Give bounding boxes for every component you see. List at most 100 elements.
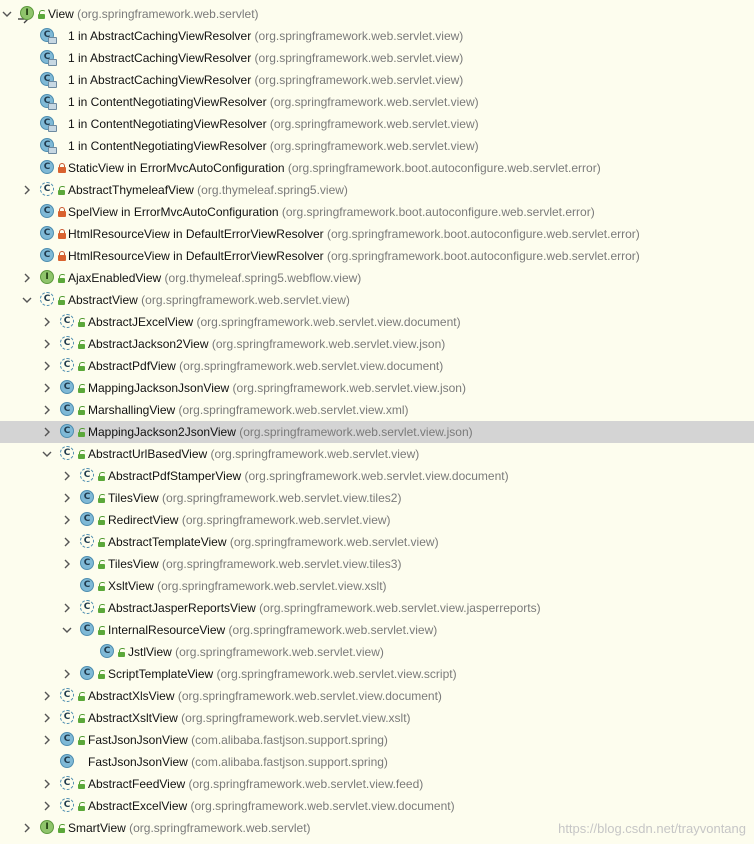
tree-row-label: AbstractXlsView (org.springframework.web…: [88, 685, 442, 707]
chevron-right-icon[interactable]: [60, 509, 74, 531]
class-type-icon: C: [40, 248, 56, 264]
tree-row[interactable]: C AbstractXsltView (org.springframework.w…: [0, 707, 754, 729]
chevron-down-icon[interactable]: [20, 289, 34, 311]
tree-row[interactable]: C StaticView in ErrorMvcAutoConfiguration…: [0, 157, 754, 179]
tree-row[interactable]: C InternalResourceView (org.springframewo…: [0, 619, 754, 641]
class-type-icon: C: [40, 226, 56, 242]
tree-row[interactable]: C 1 in AbstractCachingViewResolver (org.s…: [0, 69, 754, 91]
tree-row[interactable]: C AbstractTemplateView (org.springframewo…: [0, 531, 754, 553]
chevron-down-icon[interactable]: [40, 443, 54, 465]
tree-row[interactable]: C AbstractView (org.springframework.web.s…: [0, 289, 754, 311]
chevron-right-icon[interactable]: [60, 465, 74, 487]
class-type-icon: C: [60, 732, 76, 748]
chevron-right-icon[interactable]: [60, 487, 74, 509]
tree-row-label: AbstractJasperReportsView (org.springfra…: [108, 597, 541, 619]
tree-row[interactable]: C MappingJacksonJsonView (org.springframe…: [0, 377, 754, 399]
tree-row[interactable]: I View (org.springframework.web.servlet): [0, 3, 754, 25]
package-name: (org.thymeleaf.spring5.view): [193, 183, 348, 197]
tree-row[interactable]: C 1 in ContentNegotiatingViewResolver (or…: [0, 91, 754, 113]
tree-row[interactable]: C FastJsonJsonView (com.alibaba.fastjson.…: [0, 751, 754, 773]
public-visibility-icon: [117, 647, 127, 657]
chevron-right-icon[interactable]: [40, 773, 54, 795]
type-name: InternalResourceView: [108, 623, 226, 637]
chevron-right-icon[interactable]: [20, 817, 34, 839]
tree-row[interactable]: C AbstractFeedView (org.springframework.w…: [0, 773, 754, 795]
tree-row[interactable]: C AbstractJExcelView (org.springframework…: [0, 311, 754, 333]
package-name: (org.springframework.web.servlet.view): [171, 645, 384, 659]
tree-row[interactable]: C MappingJackson2JsonView (org.springfram…: [0, 421, 754, 443]
tree-row[interactable]: C AbstractExcelView (org.springframework.…: [0, 795, 754, 817]
tree-row[interactable]: C AbstractXlsView (org.springframework.we…: [0, 685, 754, 707]
tree-row[interactable]: C AbstractJasperReportsView (org.springfr…: [0, 597, 754, 619]
package-name: (org.springframework.web.servlet.view.xs…: [177, 711, 411, 725]
public-visibility-icon: [77, 449, 87, 459]
tree-row[interactable]: C AbstractPdfStamperView (org.springframe…: [0, 465, 754, 487]
public-visibility-icon: [77, 779, 87, 789]
chevron-right-icon[interactable]: [20, 179, 34, 201]
class-type-icon: C: [80, 578, 96, 594]
chevron-right-icon[interactable]: [40, 729, 54, 751]
tree-row[interactable]: C 1 in AbstractCachingViewResolver (org.s…: [0, 25, 754, 47]
tree-row[interactable]: C AbstractPdfView (org.springframework.we…: [0, 355, 754, 377]
chevron-right-icon[interactable]: [20, 267, 34, 289]
abstract-type-icon: C: [60, 358, 76, 374]
chevron-right-icon[interactable]: [40, 707, 54, 729]
tree-row[interactable]: I AjaxEnabledView (org.thymeleaf.spring5.…: [0, 267, 754, 289]
tree-row[interactable]: C AbstractThymeleafView (org.thymeleaf.sp…: [0, 179, 754, 201]
chevron-down-icon[interactable]: [0, 3, 14, 25]
tree-row[interactable]: C MarshallingView (org.springframework.we…: [0, 399, 754, 421]
chevron-right-icon[interactable]: [40, 399, 54, 421]
tree-row[interactable]: C TilesView (org.springframework.web.serv…: [0, 553, 754, 575]
tree-row[interactable]: C AbstractUrlBasedView (org.springframewo…: [0, 443, 754, 465]
public-visibility-icon: [57, 273, 67, 283]
tree-row-label: InternalResourceView (org.springframewor…: [108, 619, 437, 641]
chevron-right-icon[interactable]: [40, 685, 54, 707]
abstract-type-icon: C: [60, 446, 76, 462]
tree-row[interactable]: C 1 in ContentNegotiatingViewResolver (or…: [0, 135, 754, 157]
tree-row[interactable]: C RedirectView (org.springframework.web.s…: [0, 509, 754, 531]
chevron-right-icon[interactable]: [40, 355, 54, 377]
tree-row[interactable]: C JstlView (org.springframework.web.servl…: [0, 641, 754, 663]
chevron-right-icon[interactable]: [40, 333, 54, 355]
tree-row[interactable]: C ScriptTemplateView (org.springframework…: [0, 663, 754, 685]
class-type-icon: C: [80, 622, 96, 638]
tree-row[interactable]: C AbstractJackson2View (org.springframewo…: [0, 333, 754, 355]
type-name: TilesView: [108, 557, 159, 571]
public-visibility-icon: [77, 317, 87, 327]
tree-row[interactable]: C 1 in ContentNegotiatingViewResolver (or…: [0, 113, 754, 135]
chevron-right-icon[interactable]: [40, 795, 54, 817]
tree-row-label: 1 in AbstractCachingViewResolver (org.sp…: [68, 69, 463, 91]
package-name: (org.springframework.web.servlet.view.do…: [241, 469, 509, 483]
type-name: AbstractExcelView: [88, 799, 188, 813]
chevron-right-icon[interactable]: [60, 663, 74, 685]
tree-row-label: ScriptTemplateView (org.springframework.…: [108, 663, 457, 685]
public-visibility-icon: [77, 801, 87, 811]
tree-row[interactable]: C SpelView in ErrorMvcAutoConfiguration (…: [0, 201, 754, 223]
tree-row-label: MappingJackson2JsonView (org.springframe…: [88, 421, 473, 443]
type-name: AbstractXlsView: [88, 689, 175, 703]
chevron-right-icon[interactable]: [60, 531, 74, 553]
chevron-right-icon[interactable]: [40, 377, 54, 399]
tree-row-label: AbstractExcelView (org.springframework.w…: [88, 795, 455, 817]
tree-row[interactable]: C 1 in AbstractCachingViewResolver (org.s…: [0, 47, 754, 69]
chevron-right-icon[interactable]: [60, 597, 74, 619]
type-name: AbstractPdfView: [88, 359, 176, 373]
package-name: (org.springframework.web.servlet.view): [251, 51, 464, 65]
tree-row[interactable]: C HtmlResourceView in DefaultErrorViewRes…: [0, 223, 754, 245]
chevron-right-icon[interactable]: [60, 553, 74, 575]
tree-row-label: AbstractThymeleafView (org.thymeleaf.spr…: [68, 179, 348, 201]
type-name: AbstractJackson2View: [88, 337, 209, 351]
chevron-right-icon[interactable]: [40, 421, 54, 443]
tree-row[interactable]: C TilesView (org.springframework.web.serv…: [0, 487, 754, 509]
tree-row[interactable]: C FastJsonJsonView (com.alibaba.fastjson.…: [0, 729, 754, 751]
tree-row-label: 1 in ContentNegotiatingViewResolver (org…: [68, 135, 479, 157]
tree-row-label: 1 in AbstractCachingViewResolver (org.sp…: [68, 25, 463, 47]
package-name: (com.alibaba.fastjson.support.spring): [187, 733, 388, 747]
tree-row[interactable]: C HtmlResourceView in DefaultErrorViewRes…: [0, 245, 754, 267]
chevron-down-icon[interactable]: [60, 619, 74, 641]
type-hierarchy-tree[interactable]: I View (org.springframework.web.servlet) C…: [0, 3, 754, 839]
chevron-right-icon[interactable]: [40, 311, 54, 333]
anon-type-icon: C: [40, 72, 57, 88]
type-name: AbstractUrlBasedView: [88, 447, 208, 461]
tree-row[interactable]: C XsltView (org.springframework.web.servl…: [0, 575, 754, 597]
